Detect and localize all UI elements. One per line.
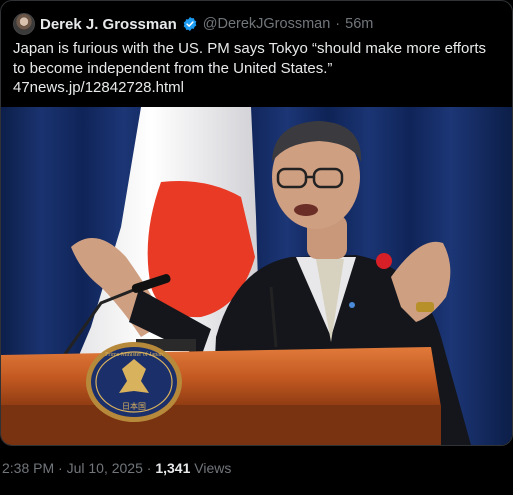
views-label: Views (194, 460, 232, 476)
author-display-name[interactable]: Derek J. Grossman (40, 16, 177, 33)
red-lapel-ribbon-icon (376, 253, 392, 269)
tweet-link[interactable]: 47news.jp/12842728.html (13, 78, 501, 98)
photo-canvas: Prime Minister of Japan 日本国 (1, 107, 512, 445)
prime-minister-seal: Prime Minister of Japan 日本国 (86, 342, 182, 422)
footer-separator: · (146, 460, 152, 476)
tweet-body: Japan is furious with the US. PM says To… (13, 39, 501, 98)
lapel-pin-icon (349, 302, 355, 308)
tweet-text: Japan is furious with the US. PM says To… (13, 40, 486, 77)
header-separator: · (335, 16, 341, 32)
tweet-media-photo[interactable]: Prime Minister of Japan 日本国 (1, 107, 512, 445)
full-timestamp[interactable]: 2:38 PM · Jul 10, 2025 (2, 460, 143, 476)
podium (1, 339, 441, 445)
views-count: 1,341 (155, 460, 191, 476)
tweet-metadata: 2:38 PM · Jul 10, 2025 · 1,341 Views (2, 460, 231, 476)
verified-badge-icon (183, 17, 197, 31)
author-handle[interactable]: @DerekJGrossman (203, 16, 331, 32)
relative-timestamp[interactable]: 56m (345, 16, 373, 32)
tweet-header: Derek J. Grossman @DerekJGrossman · 56m (13, 13, 373, 35)
author-avatar[interactable] (13, 13, 35, 35)
tweet-card[interactable]: Derek J. Grossman @DerekJGrossman · 56m … (0, 0, 513, 446)
seal-kanji-text: 日本国 (122, 401, 146, 411)
wristwatch (416, 302, 434, 312)
seal-ring-text: Prime Minister of Japan (105, 351, 163, 358)
